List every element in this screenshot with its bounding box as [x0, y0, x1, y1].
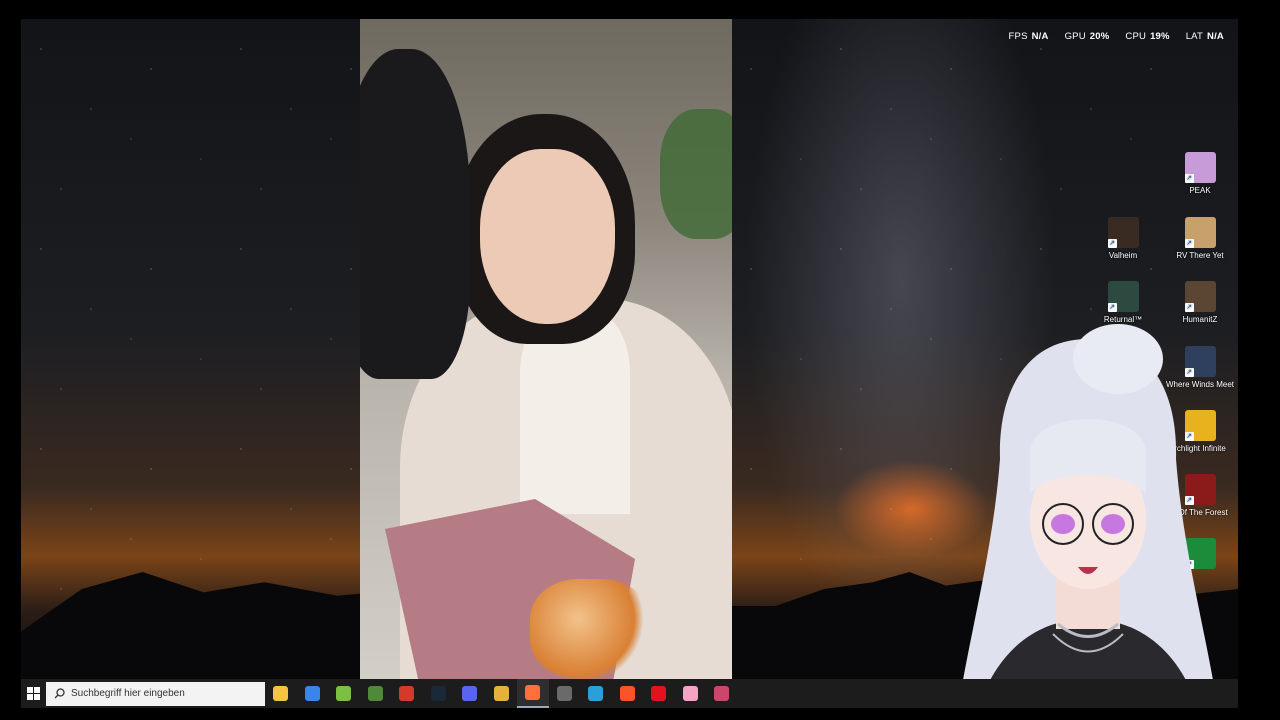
- search-icon: [54, 688, 65, 699]
- peak-icon: ↗: [1184, 152, 1216, 183]
- valheim-icon: ↗: [1107, 217, 1139, 248]
- shortcut-label: PEAK: [1189, 186, 1211, 195]
- desktop-shortcut-valheim[interactable]: ↗ Valheim: [1083, 217, 1163, 260]
- video-man-silhouette: [360, 49, 470, 379]
- brave-icon: [619, 686, 635, 701]
- obs-icon: [556, 686, 572, 701]
- android-app-icon: [336, 686, 352, 701]
- taskbar-app-button[interactable]: [360, 679, 392, 708]
- taskbar-app-button[interactable]: [706, 679, 738, 708]
- shortcut-label: RV There Yet: [1176, 251, 1224, 260]
- discord-icon: [462, 686, 478, 701]
- video-player[interactable]: [360, 19, 732, 680]
- search-input[interactable]: [71, 688, 251, 699]
- app-blue-icon: [588, 686, 604, 701]
- pink-app-icon: [714, 686, 730, 701]
- video-background-plant: [660, 109, 732, 239]
- desktop-shortcut-humanitz[interactable]: ↗ HumanitZ: [1160, 281, 1238, 324]
- shortcut-arrow-icon: ↗: [1184, 239, 1194, 248]
- taskbar-app-button[interactable]: [643, 679, 675, 708]
- stat-value: N/A: [1207, 31, 1224, 42]
- shortcut-arrow-icon: ↗: [1184, 303, 1194, 312]
- desktop-shortcut-peak[interactable]: ↗ PEAK: [1160, 152, 1238, 195]
- chrome-icon: [493, 686, 509, 701]
- stat-value: 19%: [1150, 31, 1170, 42]
- taskbar-app-button[interactable]: [265, 679, 297, 708]
- rv-there-yet-icon: ↗: [1184, 217, 1216, 248]
- firefox-icon: [525, 685, 541, 700]
- stat-label: CPU: [1125, 31, 1147, 42]
- cpu-stat: CPU 19%: [1125, 31, 1169, 42]
- video-turtleneck: [520, 314, 630, 514]
- desktop-screen: FPS N/A GPU 20% CPU 19% LAT N/A ↗ PEAK ↗ Val…: [21, 19, 1238, 708]
- desktop-shortcut-returnal[interactable]: ↗ Returnal™: [1083, 281, 1163, 324]
- returnal-icon: ↗: [1107, 281, 1139, 312]
- heart-app-icon: [682, 686, 698, 701]
- fps-stat: FPS N/A: [1009, 31, 1049, 42]
- minecraft-icon: [367, 686, 383, 701]
- video-bouquet-flowers: [530, 579, 650, 679]
- shortcut-label: Valheim: [1108, 251, 1138, 260]
- file-explorer-icon: [273, 686, 289, 701]
- taskbar-app-button[interactable]: [549, 679, 581, 708]
- performance-overlay: FPS N/A GPU 20% CPU 19% LAT N/A: [1009, 31, 1224, 42]
- humanitz-icon: ↗: [1184, 281, 1216, 312]
- taskbar-search[interactable]: [46, 681, 265, 706]
- taskbar-app-button[interactable]: [675, 679, 707, 708]
- start-button[interactable]: [21, 679, 46, 708]
- shortcut-arrow-icon: ↗: [1184, 174, 1194, 183]
- taskbar-app-button[interactable]: [517, 679, 549, 708]
- steam-icon: [430, 686, 446, 701]
- stat-label: FPS: [1008, 31, 1028, 42]
- shortcut-arrow-icon: ↗: [1107, 239, 1117, 248]
- stat-label: LAT: [1185, 31, 1204, 42]
- taskbar-app-button[interactable]: [391, 679, 423, 708]
- taskbar-app-button[interactable]: [580, 679, 612, 708]
- taskbar-app-button[interactable]: [328, 679, 360, 708]
- taskbar-app-button[interactable]: [612, 679, 644, 708]
- taskbar-app-button[interactable]: [486, 679, 518, 708]
- taskbar: [21, 679, 1238, 708]
- vtuber-avatar: [958, 324, 1218, 708]
- microsoft-store-icon: [304, 686, 320, 701]
- stat-label: GPU: [1064, 31, 1086, 42]
- taskbar-apps: [265, 679, 738, 708]
- stat-value: 20%: [1089, 31, 1110, 42]
- shortcut-arrow-icon: ↗: [1107, 303, 1117, 312]
- desktop-shortcut-rv-there-yet[interactable]: ↗ RV There Yet: [1160, 217, 1238, 260]
- news-app-icon: [399, 686, 415, 701]
- windows-logo-icon: [27, 687, 40, 700]
- video-woman-face: [480, 149, 615, 324]
- taskbar-app-button[interactable]: [297, 679, 329, 708]
- gpu-stat: GPU 20%: [1065, 31, 1110, 42]
- opera-icon: [651, 686, 667, 701]
- stat-value: N/A: [1031, 31, 1049, 42]
- taskbar-app-button[interactable]: [454, 679, 486, 708]
- taskbar-app-button[interactable]: [423, 679, 455, 708]
- latency-stat: LAT N/A: [1186, 31, 1224, 42]
